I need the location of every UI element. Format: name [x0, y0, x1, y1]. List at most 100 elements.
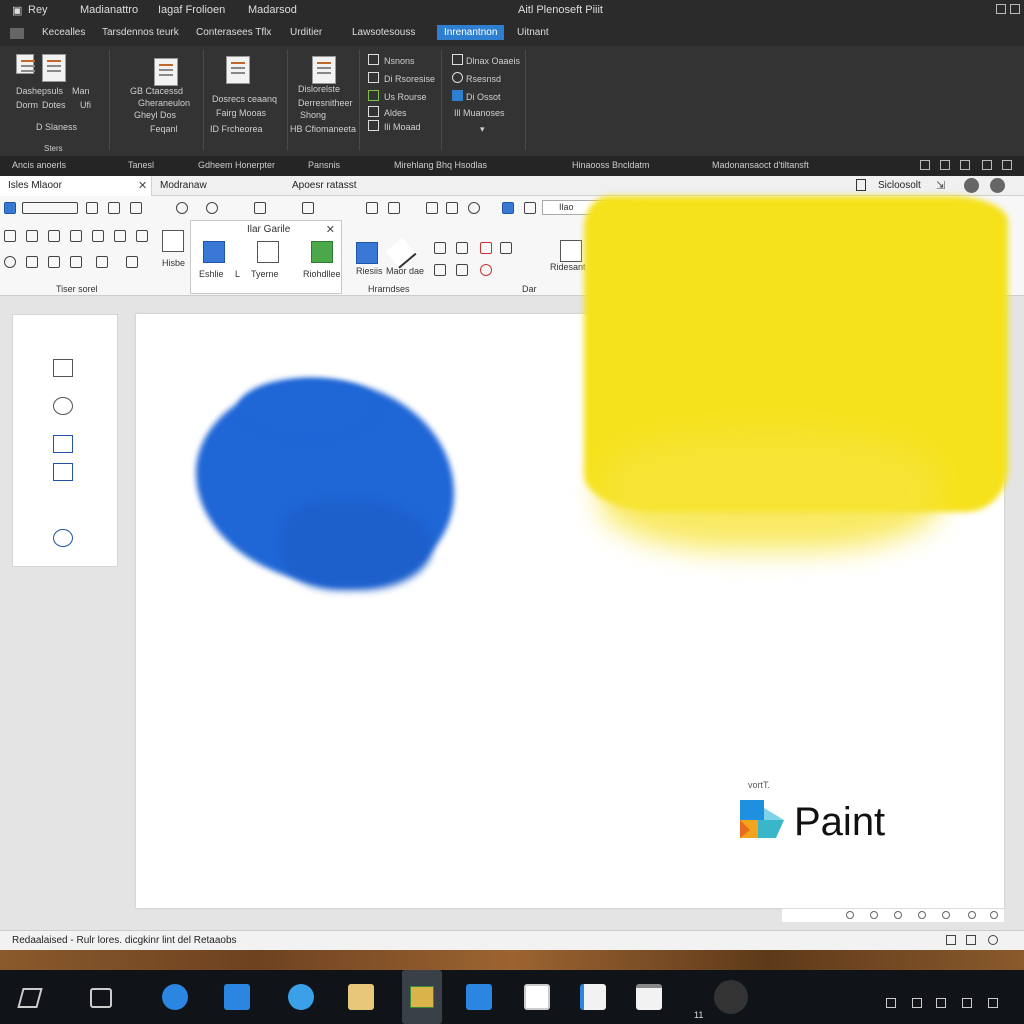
close-icon[interactable]	[1010, 4, 1020, 14]
group-label[interactable]: ID Frcheorea	[210, 124, 263, 134]
color-icon[interactable]	[480, 264, 492, 276]
edit-label[interactable]: Ridesant	[550, 262, 586, 272]
tray-icon[interactable]	[886, 998, 896, 1008]
format-icon[interactable]	[368, 120, 379, 131]
table-icon[interactable]	[4, 230, 16, 242]
group-label[interactable]: Di Ossot	[466, 92, 501, 102]
group-label[interactable]: Fairg Mooas	[216, 108, 266, 118]
menu-item[interactable]: Madarsod	[248, 4, 297, 16]
brush-icon[interactable]	[203, 241, 225, 263]
brush-icon[interactable]	[257, 241, 279, 263]
lasso-icon[interactable]	[206, 202, 218, 214]
color-icon[interactable]	[456, 264, 468, 276]
group-label[interactable]: Aldes	[384, 108, 407, 118]
note-label[interactable]: Hisbe	[162, 258, 185, 268]
folder-icon[interactable]	[53, 435, 73, 453]
person-icon[interactable]	[53, 529, 73, 547]
clock[interactable]: 11	[694, 1010, 703, 1020]
menu-item[interactable]: Iagaf Frolioen	[158, 4, 225, 16]
tray-icon[interactable]	[936, 998, 946, 1008]
pencil-icon[interactable]	[130, 202, 142, 214]
note-icon[interactable]	[162, 230, 184, 252]
app-icon[interactable]: ▣	[12, 4, 22, 17]
folder-icon[interactable]	[224, 984, 250, 1010]
line-icon[interactable]	[385, 237, 417, 269]
shapes-icon[interactable]	[356, 242, 378, 264]
panel-icon[interactable]	[940, 160, 950, 170]
eyedropper-icon[interactable]	[302, 202, 314, 214]
edge-icon[interactable]	[162, 984, 188, 1010]
color-icon[interactable]	[434, 242, 446, 254]
fill-icon[interactable]	[254, 202, 266, 214]
tab[interactable]: Conterasees Tflx	[196, 27, 271, 38]
align-icon[interactable]	[26, 230, 38, 242]
brush-icon[interactable]	[311, 241, 333, 263]
view-icon[interactable]	[988, 935, 998, 945]
group-label[interactable]: Ili Moaad	[384, 122, 421, 132]
text-icon[interactable]	[86, 202, 98, 214]
refresh-icon[interactable]	[468, 202, 480, 214]
font-box[interactable]	[22, 202, 78, 214]
tray-icon[interactable]	[962, 998, 972, 1008]
popup-item[interactable]: Eshlie	[199, 269, 224, 279]
zoom-icon[interactable]	[918, 911, 926, 919]
help-icon[interactable]	[990, 178, 1005, 193]
brush-icon[interactable]	[108, 202, 120, 214]
paste-icon[interactable]	[42, 54, 66, 82]
color-icon[interactable]	[434, 264, 446, 276]
zoom-icon[interactable]	[894, 911, 902, 919]
tab[interactable]: Urditier	[290, 27, 322, 38]
paint-tab[interactable]: Modranaw	[152, 176, 215, 196]
circle-icon[interactable]	[452, 72, 463, 83]
format-icon[interactable]	[368, 90, 379, 101]
document-icon[interactable]	[154, 58, 178, 86]
cursor-icon[interactable]	[502, 202, 514, 214]
paint-tab[interactable]: Sicloosolt	[870, 176, 929, 196]
view-icon[interactable]	[946, 935, 956, 945]
panel-icon[interactable]	[920, 160, 930, 170]
start-icon[interactable]	[17, 988, 43, 1008]
close-icon[interactable]: ✕	[326, 223, 335, 236]
paint-taskbar-button[interactable]	[402, 970, 442, 1024]
group-label[interactable]: Dlnax Oaaeis	[466, 56, 520, 66]
chevron-down-icon[interactable]: ▾	[480, 124, 485, 135]
brush-icon[interactable]	[126, 256, 138, 268]
popup-item[interactable]: L	[235, 269, 240, 279]
group-label[interactable]: Feqanl	[150, 124, 178, 134]
paint-tab[interactable]: Apoesr ratasst	[284, 176, 364, 196]
group-label[interactable]: Nsnons	[384, 56, 415, 66]
popup-item[interactable]: Tyerne	[251, 269, 279, 279]
crop-icon[interactable]	[426, 202, 438, 214]
tab-active[interactable]: Inrenantnon	[437, 25, 505, 40]
menu-item[interactable]: Madianattro	[80, 4, 138, 16]
group-label[interactable]: Derresnitheer	[298, 98, 353, 108]
media-player-icon[interactable]	[524, 984, 550, 1010]
group-label[interactable]: Us Rourse	[384, 92, 427, 102]
heart-icon[interactable]	[53, 397, 73, 415]
group-label[interactable]: D Slaness	[36, 122, 77, 132]
search-icon[interactable]	[714, 980, 748, 1014]
group-label[interactable]: Rsesnsd	[466, 74, 501, 84]
format-icon[interactable]	[452, 54, 463, 65]
pin-icon[interactable]: ⇲	[936, 179, 945, 192]
color-icon[interactable]	[456, 242, 468, 254]
window-icon[interactable]	[636, 984, 662, 1010]
arrow-icon[interactable]	[388, 202, 400, 214]
group-label[interactable]: Di Rsoresise	[384, 74, 435, 84]
select-icon[interactable]	[4, 202, 16, 214]
group-label[interactable]: Ill Muanoses	[454, 108, 505, 118]
pen-icon[interactable]	[70, 256, 82, 268]
paint-tab[interactable]: Isles Mlaoor	[0, 176, 152, 196]
settings-icon[interactable]	[964, 178, 979, 193]
pen-icon[interactable]	[70, 230, 82, 242]
tray-icon[interactable]	[988, 998, 998, 1008]
zoom-icon[interactable]	[870, 911, 878, 919]
grid-icon[interactable]	[53, 463, 73, 481]
align-icon[interactable]	[48, 230, 60, 242]
format-icon[interactable]	[368, 106, 379, 117]
group-label[interactable]: Gheraneulon	[138, 98, 190, 108]
media-icon[interactable]	[90, 988, 112, 1008]
grid-icon[interactable]	[524, 202, 536, 214]
zoom-icon[interactable]	[990, 911, 998, 919]
quick-access-icon[interactable]	[10, 28, 24, 39]
